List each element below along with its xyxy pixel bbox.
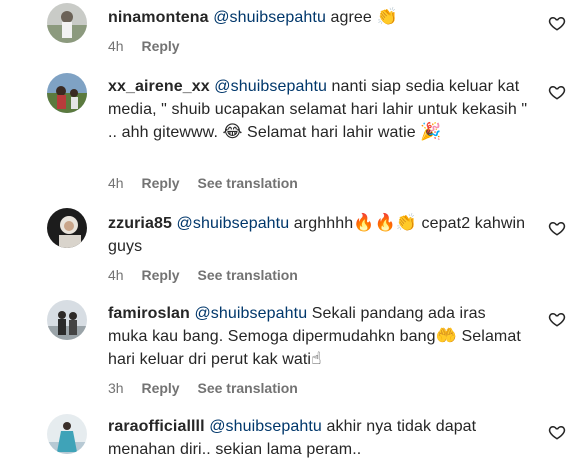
comment-time: 4h bbox=[108, 175, 124, 191]
heart-outline-icon[interactable] bbox=[548, 310, 566, 328]
comment-text: ninamontena @shuibsepahtu agree 👏 bbox=[108, 6, 528, 29]
comment-username[interactable]: famiroslan bbox=[108, 305, 190, 322]
see-translation-button[interactable]: See translation bbox=[197, 175, 297, 191]
comment-body: arghhhh bbox=[289, 215, 354, 232]
comment-meta: 3h Reply See translation bbox=[108, 380, 312, 396]
see-translation-button[interactable]: See translation bbox=[197, 380, 297, 396]
reply-button[interactable]: Reply bbox=[141, 38, 179, 54]
comment-mention[interactable]: @shuibsepahtu bbox=[209, 418, 322, 435]
heart-outline-icon[interactable] bbox=[548, 14, 566, 32]
comment-time: 4h bbox=[108, 267, 124, 283]
reply-button[interactable]: Reply bbox=[141, 380, 179, 396]
comment-meta: 4h Reply bbox=[108, 38, 194, 54]
comment-time: 4h bbox=[108, 38, 124, 54]
comment-text: raraofficiallll @shuibsepahtu akhir nya … bbox=[108, 415, 528, 461]
comment-time: 3h bbox=[108, 380, 124, 396]
comment-body-continued: Selamat hari lahir watie bbox=[242, 124, 421, 141]
avatar[interactable] bbox=[47, 414, 87, 454]
comment-username[interactable]: zzuria85 bbox=[108, 215, 172, 232]
clapping-hands-emoji: 👏 bbox=[376, 7, 398, 27]
heart-outline-icon[interactable] bbox=[548, 423, 566, 441]
pointing-up-emoji: ☝ bbox=[311, 349, 322, 369]
comment-text: zzuria85 @shuibsepahtu arghhhh🔥🔥👏 cepat2… bbox=[108, 212, 528, 258]
comment-mention[interactable]: @shuibsepahtu bbox=[194, 305, 307, 322]
comment-mention[interactable]: @shuibsepahtu bbox=[214, 78, 327, 95]
comment-username[interactable]: ninamontena bbox=[108, 9, 209, 26]
comment-meta: 4h Reply See translation bbox=[108, 267, 312, 283]
avatar[interactable] bbox=[47, 73, 87, 113]
comment-text: xx_airene_xx @shuibsepahtu nanti siap se… bbox=[108, 75, 528, 144]
palms-up-emoji: 🤲 bbox=[435, 326, 457, 346]
see-translation-button[interactable]: See translation bbox=[197, 267, 297, 283]
heart-outline-icon[interactable] bbox=[548, 83, 566, 101]
avatar[interactable] bbox=[47, 208, 87, 248]
tears-of-joy-emoji: 😂 bbox=[222, 122, 243, 142]
comment-mention[interactable]: @shuibsepahtu bbox=[213, 9, 326, 26]
comment-body: agree bbox=[325, 9, 377, 26]
avatar[interactable] bbox=[47, 3, 87, 43]
comment-username[interactable]: xx_airene_xx bbox=[108, 78, 210, 95]
reply-button[interactable]: Reply bbox=[141, 175, 179, 191]
comment-text: famiroslan @shuibsepahtu Sekali pandang … bbox=[108, 302, 528, 371]
comment-mention[interactable]: @shuibsepahtu bbox=[177, 215, 290, 232]
heart-outline-icon[interactable] bbox=[548, 219, 566, 237]
fire-clap-emoji: 🔥🔥👏 bbox=[353, 213, 418, 233]
comment-meta: 4h Reply See translation bbox=[108, 175, 312, 191]
comment-username[interactable]: raraofficiallll bbox=[108, 418, 205, 435]
reply-button[interactable]: Reply bbox=[141, 267, 179, 283]
party-popper-emoji: 🎉 bbox=[420, 122, 442, 142]
avatar[interactable] bbox=[47, 300, 87, 340]
